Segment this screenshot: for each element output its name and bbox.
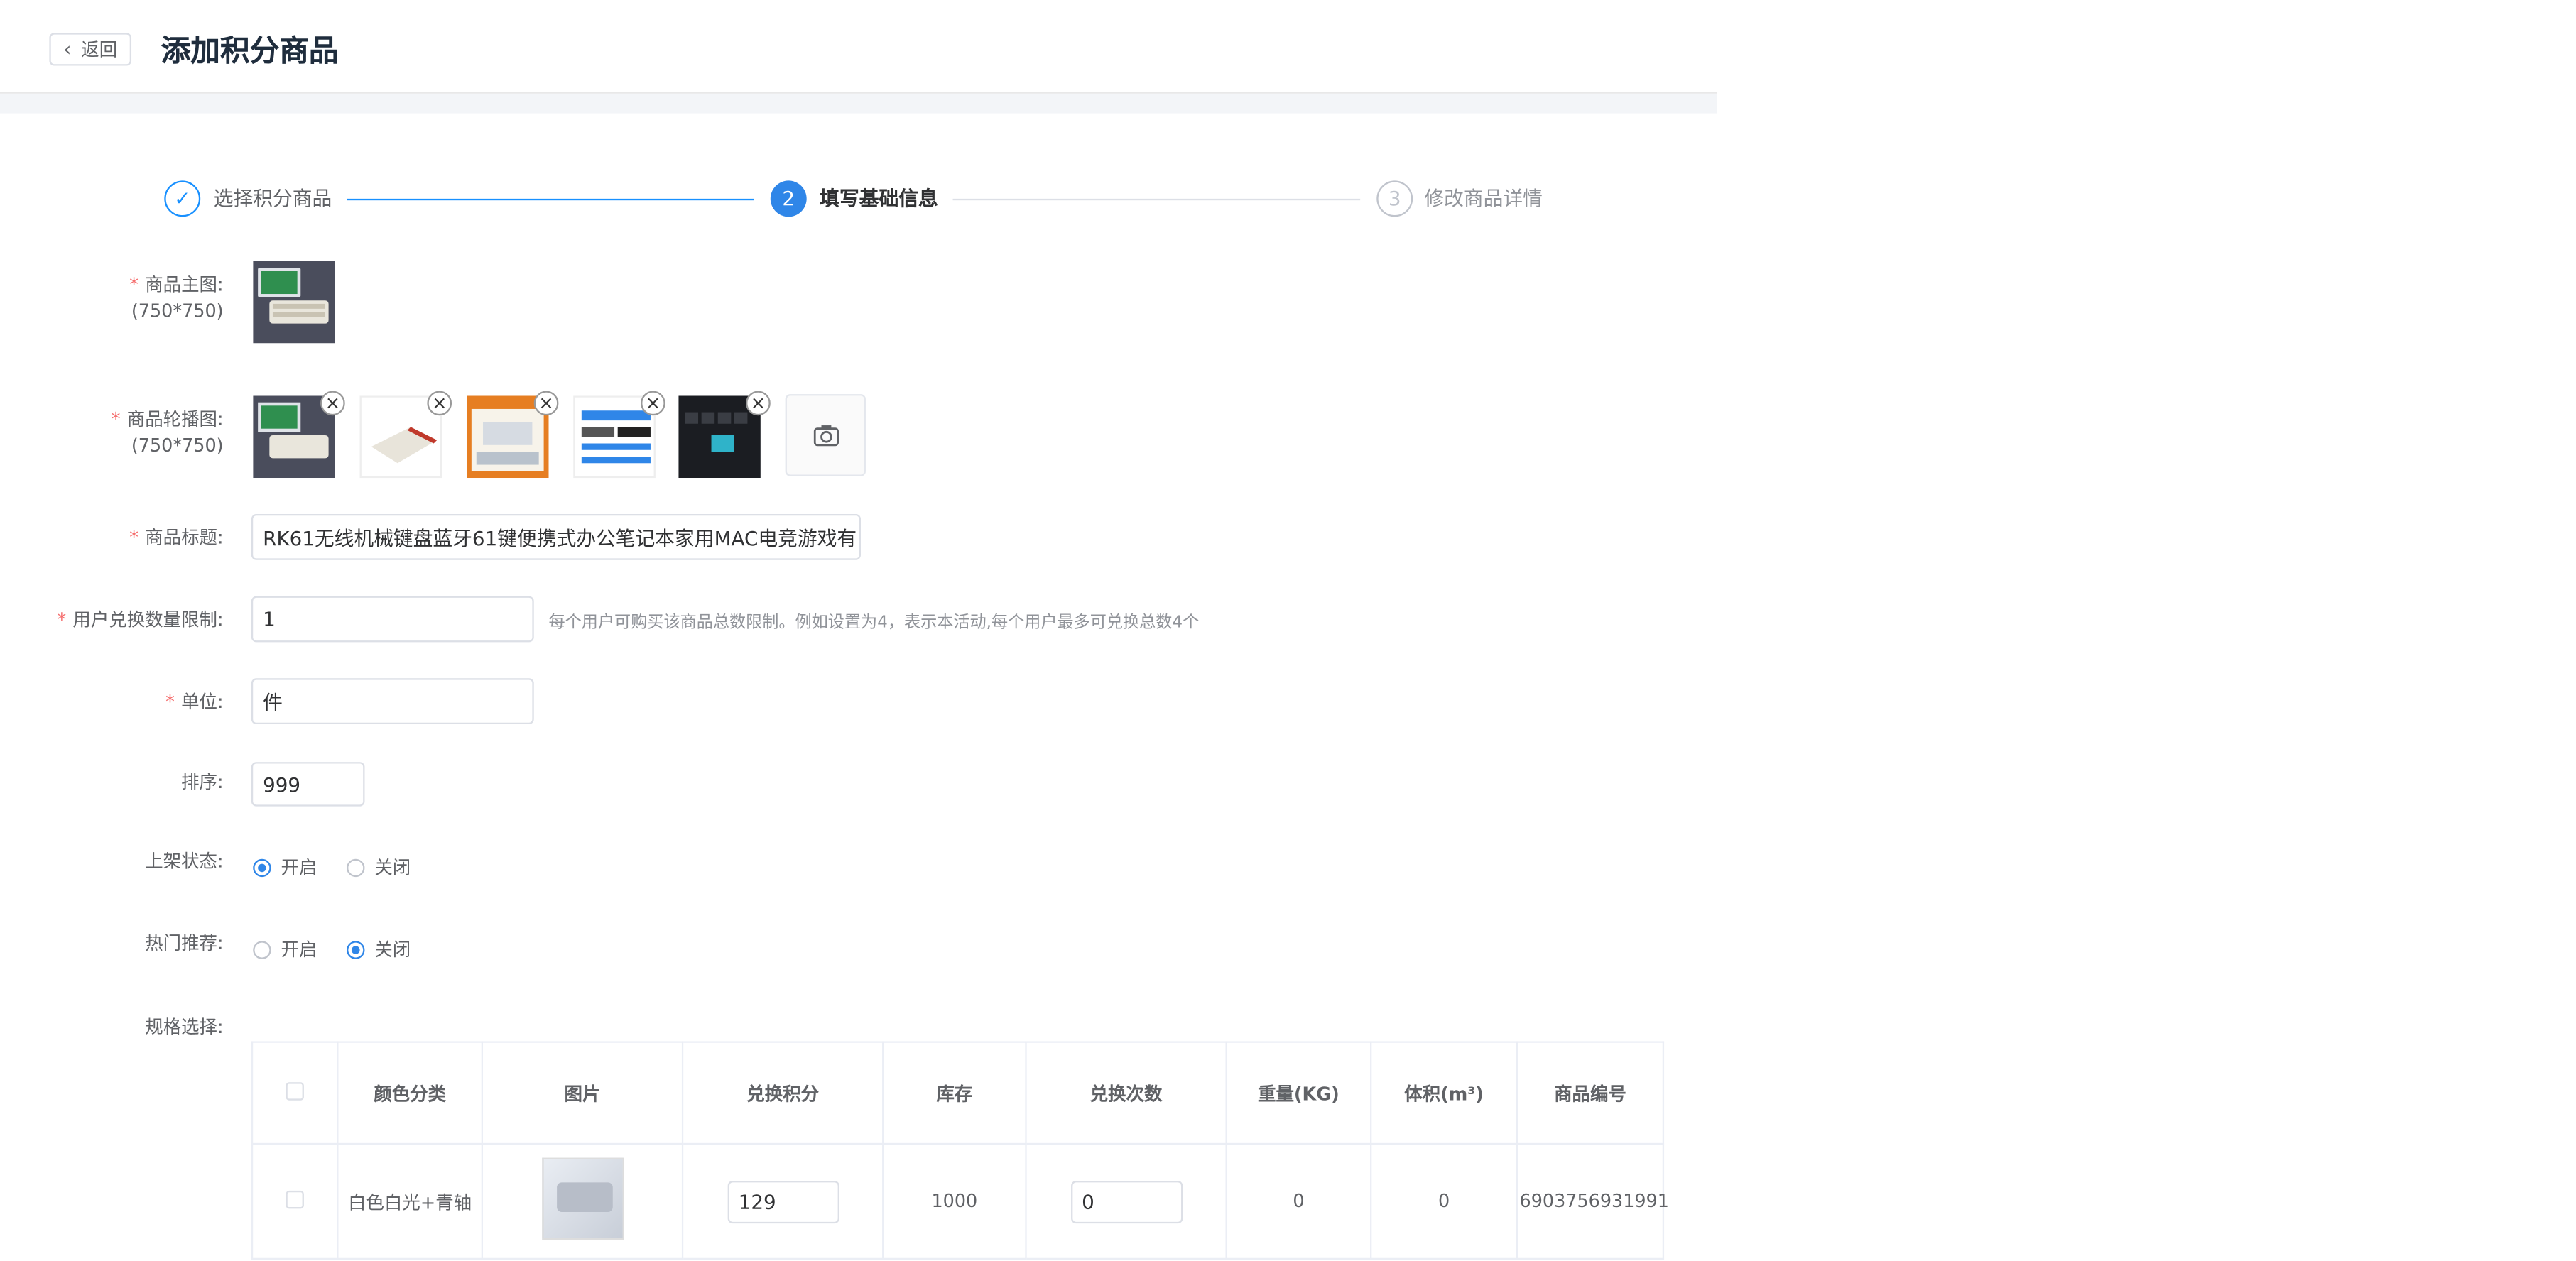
step-2-label: 填写基础信息	[820, 187, 938, 211]
column-header: 图片	[481, 1041, 684, 1145]
page-title: 添加积分商品	[161, 34, 339, 70]
step-line-2	[952, 198, 1361, 201]
carousel-label: * 商品轮播图: (750*750)	[111, 408, 224, 457]
times-cell: 0	[1025, 1142, 1227, 1260]
column-header: 库存	[882, 1041, 1027, 1145]
camera-icon	[813, 425, 838, 447]
column-header: 体积(m³)	[1370, 1041, 1518, 1145]
limit-tip: 每个用户可购买该商品总数限制。例如设置为4，表示本活动,每个用户最多可兑换总数4…	[548, 614, 1200, 633]
points-input[interactable]: 129	[727, 1179, 839, 1223]
title-input[interactable]: RK61无线机械键盘蓝牙61键便携式办公笔记本家用MAC电竞游戏有	[251, 513, 862, 560]
select-all-cell	[251, 1041, 339, 1145]
times-input[interactable]: 0	[1070, 1179, 1183, 1223]
hot-radio-group: 开启 关闭	[253, 936, 430, 962]
column-header: 兑换次数	[1025, 1041, 1227, 1145]
points-cell: 129	[681, 1142, 884, 1260]
column-header: 商品编号	[1516, 1041, 1665, 1145]
status-off-label[interactable]: 关闭	[374, 854, 411, 880]
required-mark: *	[129, 274, 138, 296]
row-select-cell	[251, 1142, 339, 1260]
sku-image[interactable]	[541, 1157, 624, 1240]
steps-bar: ✓ 选择积分商品 2 填写基础信息 3 修改商品详情	[164, 180, 1544, 220]
status-on-radio[interactable]	[253, 858, 271, 876]
status-radio-group: 开启 关闭	[253, 854, 430, 880]
volume-cell: 0	[1370, 1142, 1518, 1260]
stock-cell: 1000	[882, 1142, 1027, 1260]
remove-image-5-close-icon[interactable]: ×	[746, 391, 771, 416]
step-1-label: 选择积分商品	[213, 187, 332, 211]
back-button[interactable]: ‹ 返回	[49, 33, 132, 66]
unit-label: * 单位:	[165, 691, 224, 713]
main-image-label: * 商品主图: (750*750)	[129, 274, 224, 322]
back-label: 返回	[81, 39, 118, 61]
table-row: 白色白光+青轴 129 1000 0 0 0 6903756931991	[251, 1142, 1669, 1260]
remove-image-4-close-icon[interactable]: ×	[641, 391, 665, 416]
divider-band	[0, 93, 1717, 114]
limit-label: * 用户兑换数量限制:	[57, 609, 224, 631]
image-cell	[481, 1142, 684, 1260]
chevron-left-icon: ‹	[63, 38, 72, 61]
sort-input[interactable]: 999	[251, 762, 365, 807]
carousel-size: (750*750)	[131, 435, 224, 457]
required-mark: *	[57, 609, 67, 631]
unit-input[interactable]: 件	[251, 678, 534, 725]
row-checkbox[interactable]	[286, 1189, 304, 1208]
hot-on-label[interactable]: 开启	[281, 936, 317, 962]
column-header: 重量(KG)	[1225, 1041, 1372, 1145]
required-mark: *	[129, 527, 138, 549]
column-header: 颜色分类	[337, 1041, 484, 1145]
color-cell: 白色白光+青轴	[337, 1142, 484, 1260]
step-3-number: 3	[1376, 180, 1413, 217]
hot-off-radio[interactable]	[347, 940, 365, 959]
top-bar: ‹ 返回 添加积分商品	[0, 0, 1717, 94]
step-line-1	[347, 198, 754, 201]
title-label: * 商品标题:	[129, 527, 224, 549]
required-mark: *	[165, 691, 175, 713]
remove-image-3-close-icon[interactable]: ×	[533, 391, 559, 416]
column-header: 兑换积分	[681, 1041, 884, 1145]
spec-label: 规格选择:	[145, 1016, 224, 1038]
main-image-thumbnail[interactable]	[253, 261, 335, 344]
select-all-checkbox[interactable]	[286, 1081, 304, 1100]
hot-off-label[interactable]: 关闭	[374, 936, 411, 962]
status-label: 上架状态:	[145, 851, 224, 873]
weight-cell: 0	[1225, 1142, 1372, 1260]
main-image-size: (750*750)	[131, 300, 224, 322]
status-off-radio[interactable]	[347, 858, 365, 876]
limit-input[interactable]: 1	[251, 596, 534, 643]
hot-on-radio[interactable]	[253, 940, 271, 959]
sort-label: 排序:	[181, 772, 224, 794]
step-3-label: 修改商品详情	[1424, 187, 1543, 211]
page: ‹ 返回 添加积分商品 ✓ 选择积分商品 2 填写基础信息 3 修改商品详情 *…	[0, 0, 1717, 1261]
step-2-number: 2	[770, 180, 807, 217]
remove-image-2-close-icon[interactable]: ×	[427, 391, 452, 416]
table-header-row: 颜色分类 图片 兑换积分 库存 兑换次数 重量(KG) 体积(m³) 商品编号	[251, 1041, 1665, 1145]
step-1-check-icon: ✓	[164, 180, 201, 217]
upload-image-button[interactable]	[785, 394, 866, 476]
spec-table: 颜色分类 图片 兑换积分 库存 兑换次数 重量(KG) 体积(m³) 商品编号 …	[251, 1041, 1669, 1260]
sku-cell: 6903756931991	[1516, 1142, 1669, 1260]
status-on-label[interactable]: 开启	[281, 854, 317, 880]
hot-label: 热门推荐:	[145, 932, 224, 954]
required-mark: *	[111, 408, 121, 431]
remove-image-1-close-icon[interactable]: ×	[320, 391, 345, 416]
